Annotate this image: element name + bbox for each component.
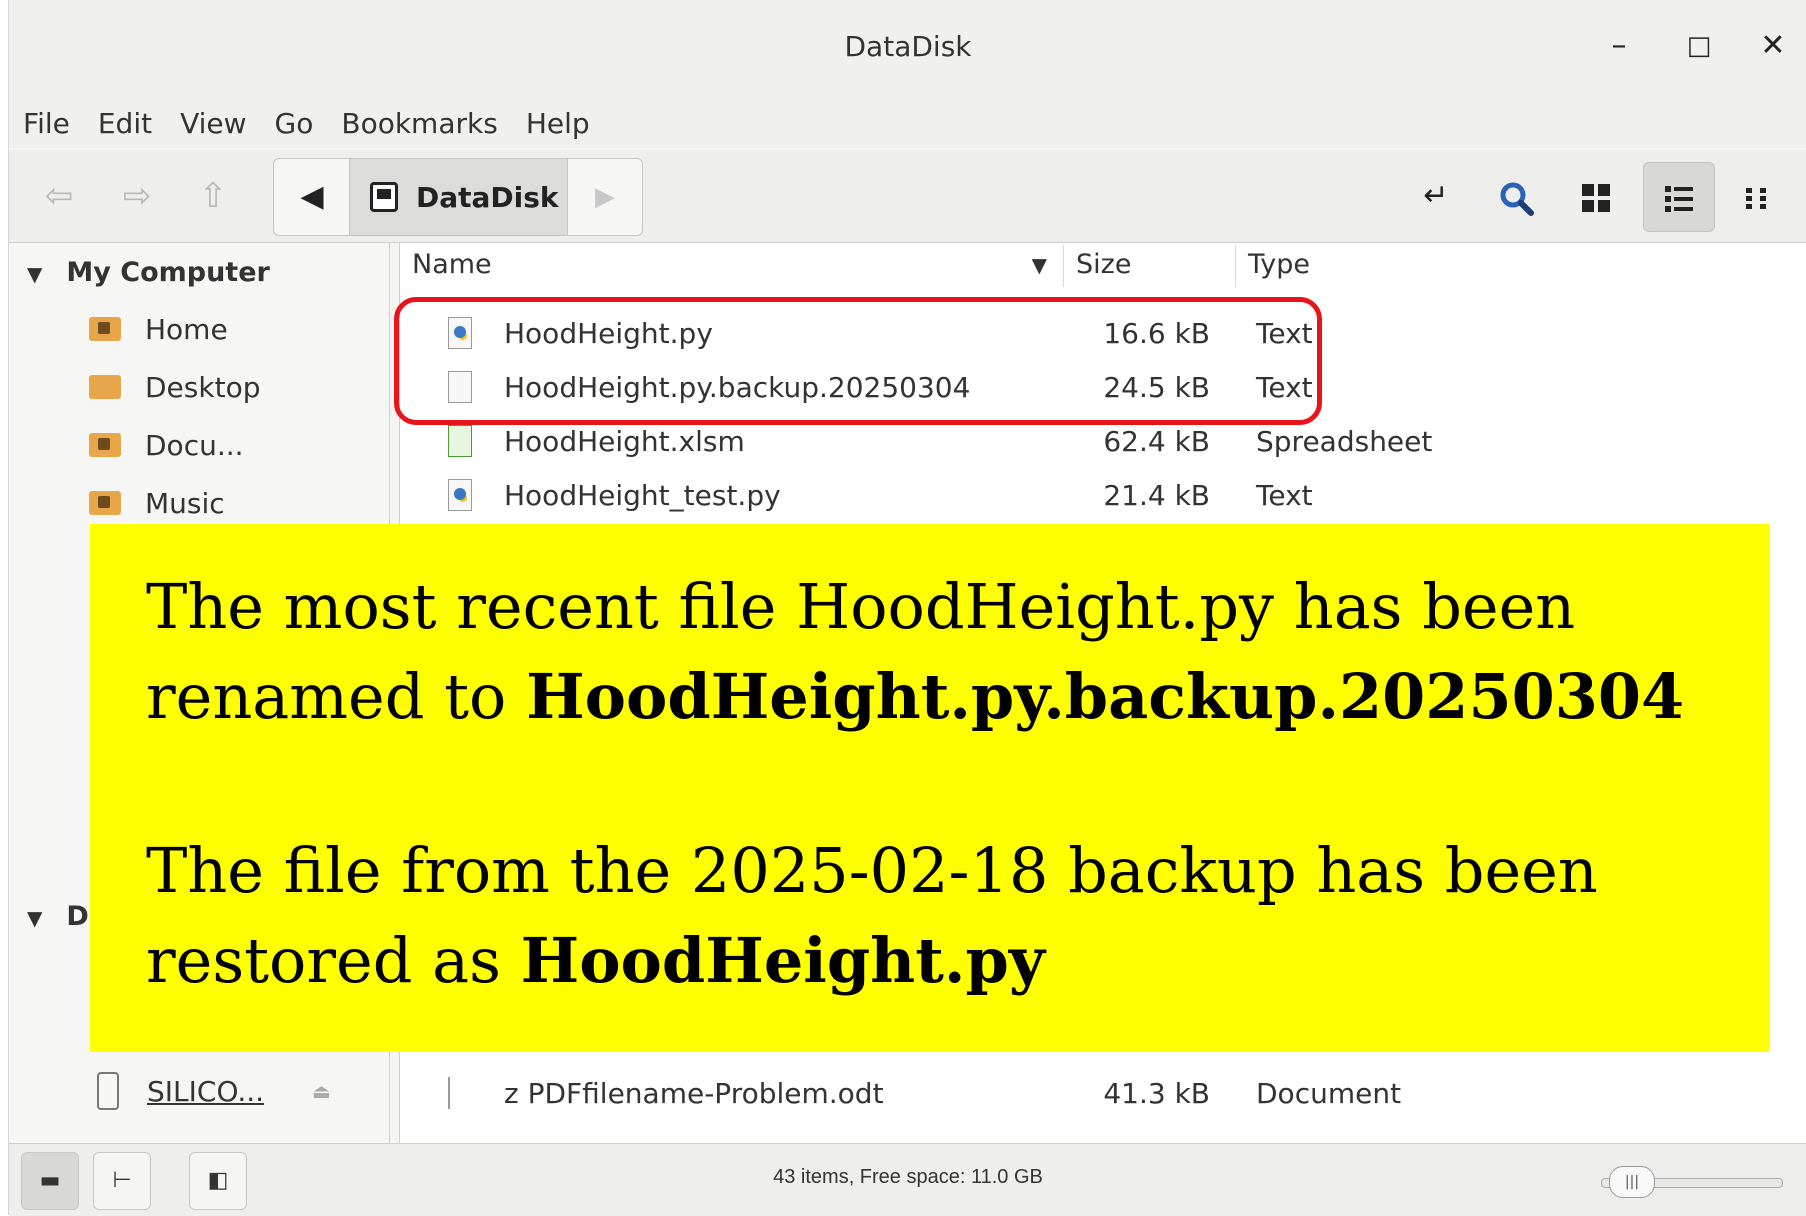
file-size: 24.5 kB — [1103, 371, 1210, 404]
title-bar: DataDisk – □ ✕ — [9, 0, 1806, 104]
list-view-icon[interactable] — [1643, 162, 1715, 232]
table-row[interactable]: HoodHeight.xlsm 62.4 kB Spreadsheet — [400, 415, 1806, 469]
disk-icon — [370, 182, 398, 212]
zoom-slider-handle[interactable]: ||| — [1609, 1166, 1655, 1198]
status-text: 43 items, Free space: 11.0 GB — [773, 1166, 1043, 1188]
breadcrumb-datadisk[interactable]: DataDisk — [349, 158, 569, 236]
sidebar-item-home[interactable]: Home — [89, 307, 228, 351]
menu-go[interactable]: Go — [261, 107, 328, 140]
file-name: HoodHeight.xlsm — [504, 425, 745, 458]
sidebar-item-label: Docu... — [145, 428, 244, 462]
eject-icon[interactable]: ⏏ — [312, 1079, 331, 1103]
file-name: z PDFfilename-Problem.odt — [504, 1077, 884, 1110]
table-row[interactable]: HoodHeight_test.py 21.4 kB Text — [400, 469, 1806, 523]
icon-view-icon[interactable] — [1561, 162, 1631, 230]
home-folder-icon — [89, 317, 121, 341]
spreadsheet-file-icon — [448, 425, 472, 457]
sidebar-item-music[interactable]: Music — [89, 481, 225, 525]
column-header-name[interactable]: Name ▼ — [400, 245, 1064, 287]
sidebar-section-devices[interactable]: ▼ D — [27, 901, 89, 932]
sidebar-section-label: My Computer — [66, 257, 270, 288]
file-size: 21.4 kB — [1103, 479, 1210, 512]
menu-view[interactable]: View — [166, 107, 260, 140]
back-icon[interactable]: ⇦ — [31, 168, 87, 224]
expander-down-icon: ▼ — [27, 262, 43, 286]
file-size: 62.4 kB — [1103, 425, 1210, 458]
document-file-icon — [448, 1077, 472, 1109]
annotation-bold-text: HoodHeight.py.backup.20250304 — [526, 660, 1685, 733]
expander-down-icon: ▼ — [27, 906, 43, 930]
sidebar-item-device[interactable]: SILICO... ⏏ — [89, 1069, 331, 1113]
annotation-line-1: The most recent file HoodHeight.py has b… — [146, 562, 1714, 742]
status-bar: ▬ ⊢ ◧ 43 items, Free space: 11.0 GB ||| — [9, 1143, 1806, 1216]
sidebar-item-label: Desktop — [145, 370, 261, 404]
file-name: HoodHeight.py.backup.20250304 — [504, 371, 971, 404]
breadcrumb-next-button[interactable]: ▶ — [567, 158, 643, 236]
up-icon[interactable]: ⇧ — [185, 168, 241, 224]
sidebar-item-desktop[interactable]: Desktop — [89, 365, 260, 409]
sidebar-section-my-computer[interactable]: ▼ My Computer — [27, 257, 270, 288]
menu-file[interactable]: File — [9, 107, 84, 140]
sidebar-item-label: Home — [145, 312, 228, 346]
column-header-type[interactable]: Type — [1236, 245, 1806, 287]
breadcrumb-previous-button[interactable]: ◀ — [273, 158, 351, 236]
table-row[interactable]: z PDFfilename-Problem.odt 41.3 kB Docume… — [400, 1067, 1806, 1121]
column-label: Name — [412, 249, 492, 280]
file-name: HoodHeight.py — [504, 317, 713, 350]
file-type: Spreadsheet — [1256, 425, 1433, 458]
annotation-bold-text: HoodHeight.py — [520, 924, 1045, 997]
file-type: Document — [1256, 1077, 1402, 1110]
window-title: DataDisk — [844, 30, 972, 63]
compact-view-icon[interactable] — [1723, 162, 1793, 230]
documents-folder-icon — [89, 433, 121, 457]
menu-bar: File Edit View Go Bookmarks Help — [9, 98, 1806, 148]
file-name: HoodHeight_test.py — [504, 479, 781, 512]
close-button[interactable]: ✕ — [1751, 24, 1795, 68]
menu-help[interactable]: Help — [512, 107, 604, 140]
annotation-note: The most recent file HoodHeight.py has b… — [90, 524, 1770, 1052]
sidebar-item-label: SILICO... — [147, 1074, 265, 1108]
breadcrumb-label: DataDisk — [416, 180, 559, 214]
menu-edit[interactable]: Edit — [84, 107, 166, 140]
minimize-button[interactable]: – — [1597, 24, 1641, 68]
music-folder-icon — [89, 491, 121, 515]
toolbar: ⇦ ⇨ ⇧ ◀ DataDisk ▶ ↵ — [9, 150, 1806, 243]
column-header-size[interactable]: Size — [1064, 245, 1236, 287]
column-label: Type — [1248, 249, 1311, 280]
file-size: 16.6 kB — [1103, 317, 1210, 350]
file-size: 41.3 kB — [1103, 1077, 1210, 1110]
sort-descending-icon: ▼ — [1031, 253, 1047, 277]
removable-drive-icon — [97, 1072, 119, 1110]
file-type: Text — [1256, 479, 1313, 512]
forward-icon[interactable]: ⇨ — [109, 168, 165, 224]
python-file-icon — [448, 479, 472, 511]
column-label: Size — [1076, 249, 1132, 280]
table-row[interactable]: HoodHeight.py.backup.20250304 24.5 kB Te… — [400, 361, 1806, 415]
sidebar-item-documents[interactable]: Docu... — [89, 423, 244, 467]
sidebar-item-label: Music — [145, 486, 225, 520]
annotation-line-2: The file from the 2025-02-18 backup has … — [146, 826, 1714, 1006]
file-type: Text — [1256, 317, 1313, 350]
table-row[interactable]: HoodHeight.py 16.6 kB Text — [400, 307, 1806, 361]
menu-bookmarks[interactable]: Bookmarks — [327, 107, 511, 140]
maximize-button[interactable]: □ — [1677, 24, 1721, 68]
desktop-folder-icon — [89, 375, 121, 399]
file-type: Text — [1256, 371, 1313, 404]
sidebar-section-label: D — [66, 901, 89, 932]
python-file-icon — [448, 317, 472, 349]
toggle-location-icon[interactable]: ↵ — [1401, 162, 1471, 230]
text-file-icon — [448, 371, 472, 403]
search-icon[interactable] — [1481, 162, 1551, 230]
